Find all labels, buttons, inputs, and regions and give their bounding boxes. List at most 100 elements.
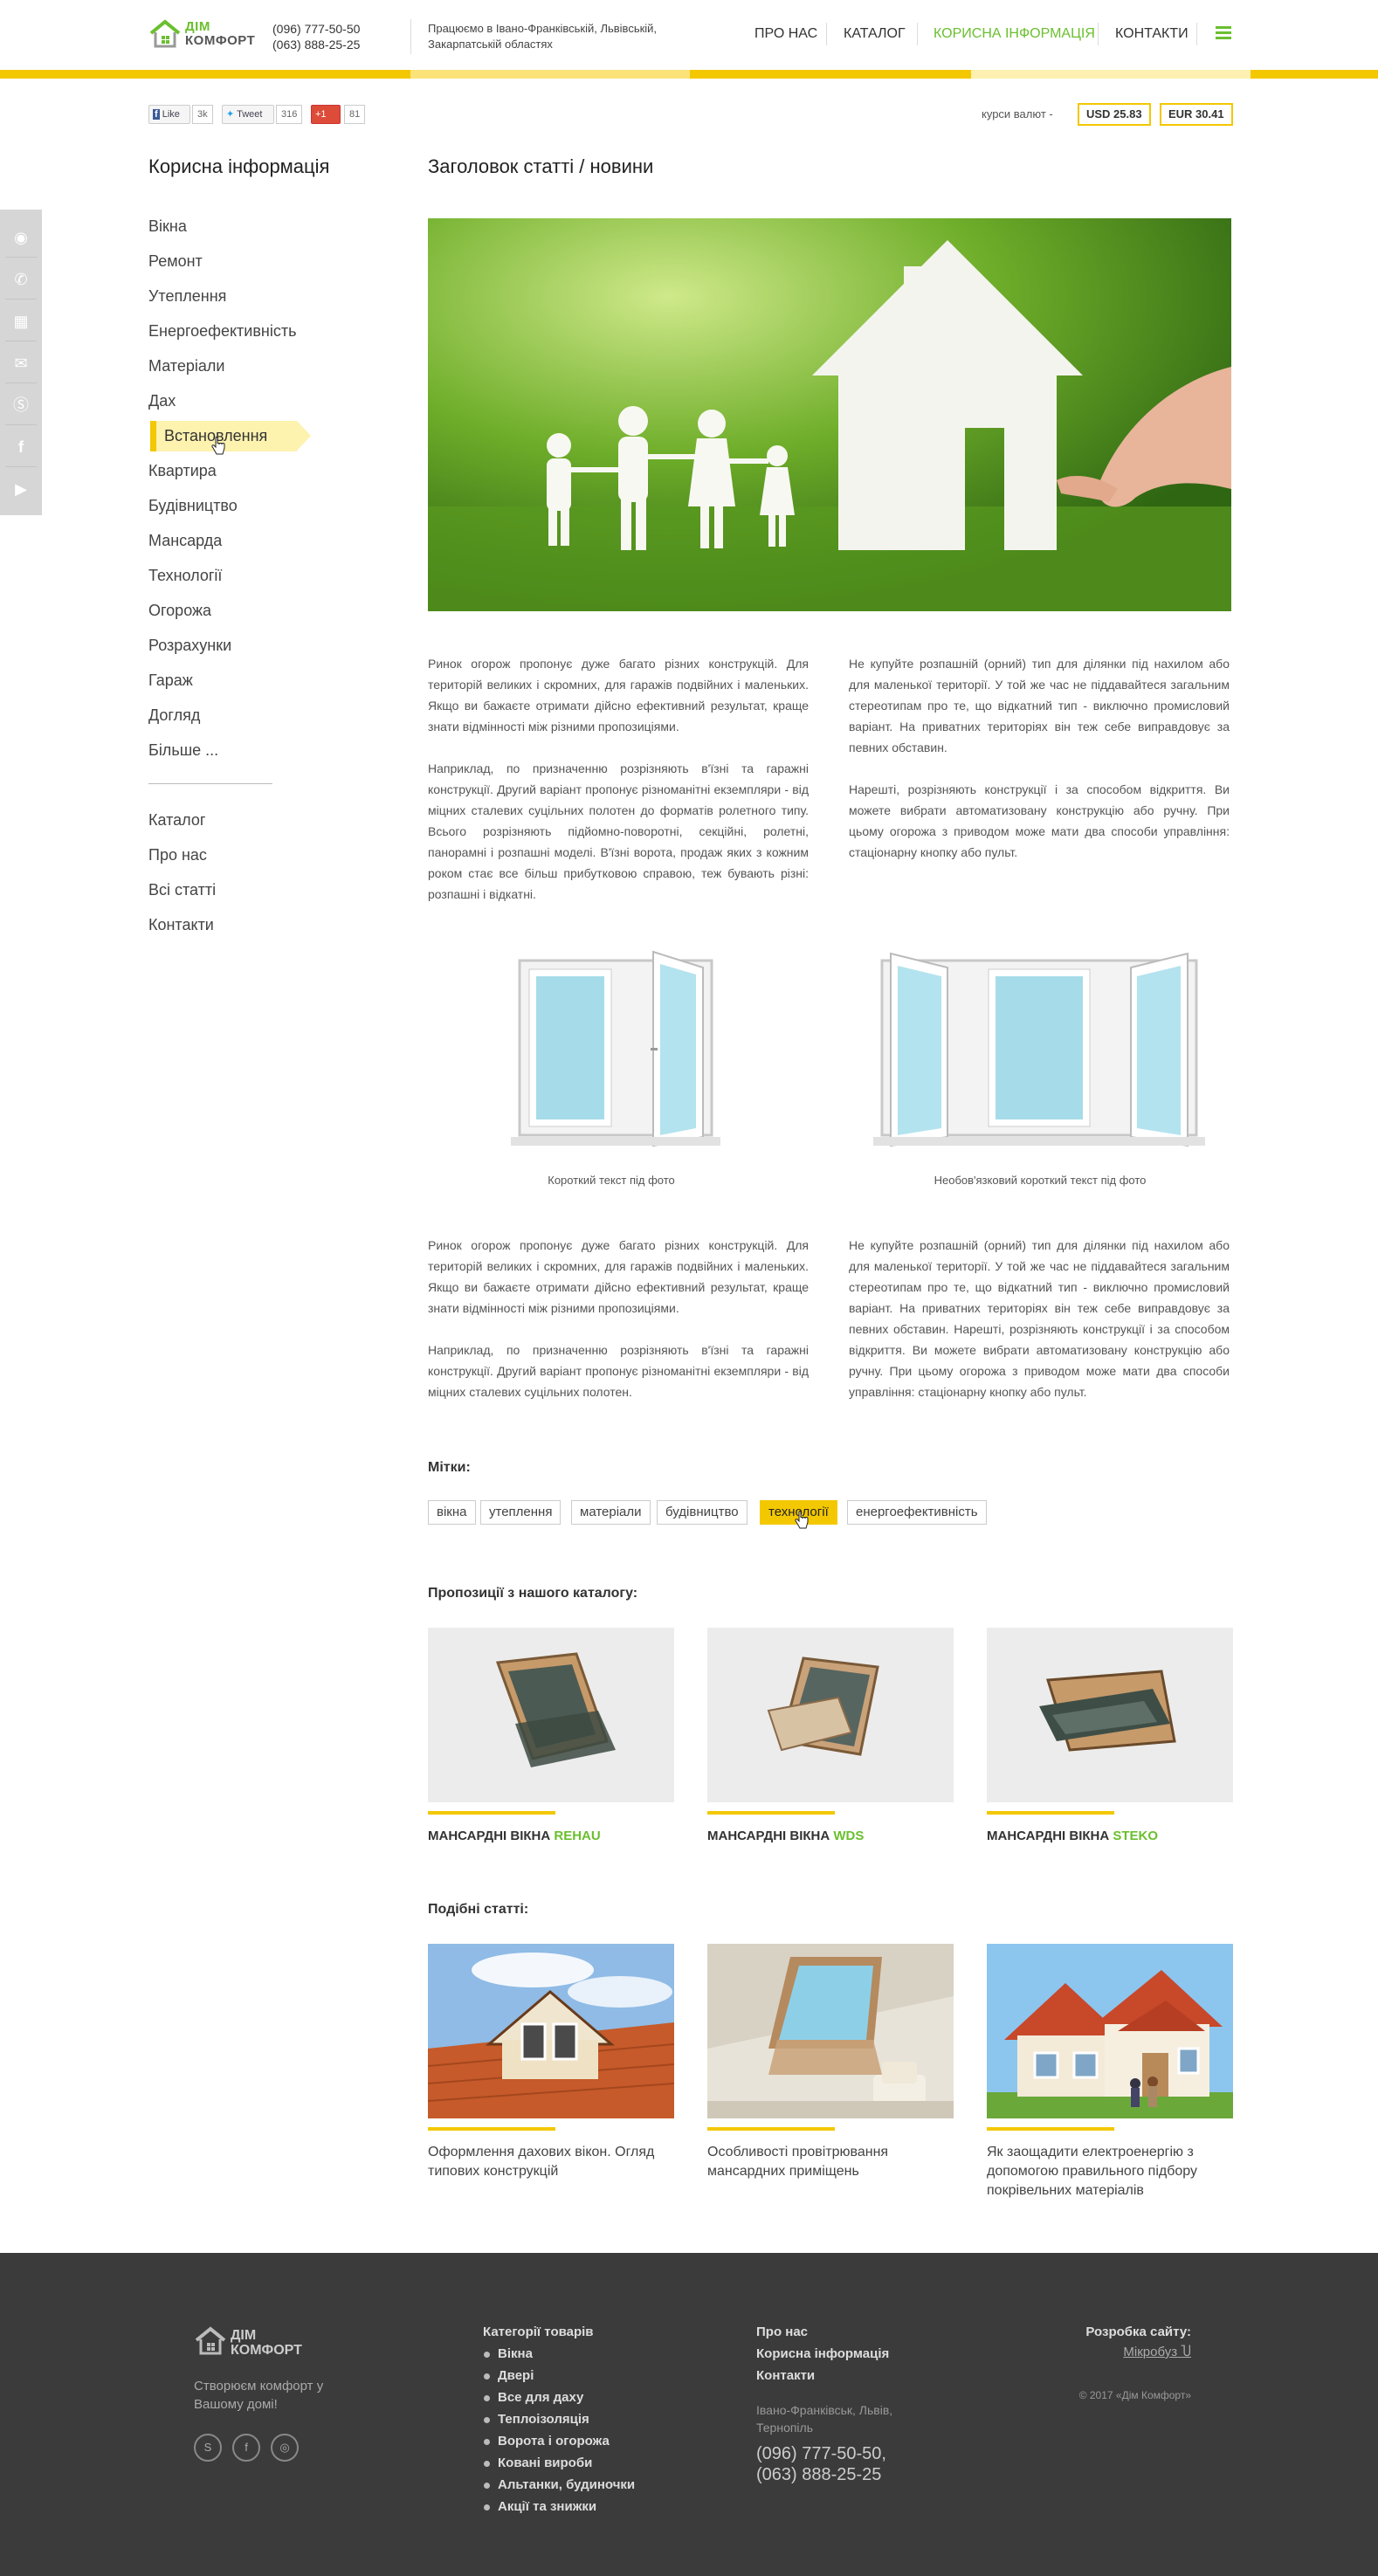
header-divider	[410, 19, 411, 54]
chat-icon[interactable]: ✉	[10, 353, 31, 374]
footer-category-link[interactable]: Теплоізоляція	[484, 2412, 589, 2427]
footer-category-link[interactable]: Все для даху	[483, 2390, 583, 2405]
article-accent	[987, 2127, 1114, 2131]
nav-catalog[interactable]: КАТАЛОГ	[844, 26, 906, 44]
facebook-icon[interactable]: f	[10, 437, 31, 458]
sidebar-item-materials[interactable]: Матеріали	[148, 355, 224, 376]
sidebar-link-about[interactable]: Про нас	[148, 844, 207, 865]
article-image[interactable]	[707, 1944, 954, 2118]
house-logo-icon	[195, 2326, 226, 2355]
hand-cursor-icon	[795, 1511, 809, 1529]
skype-icon[interactable]: S	[194, 2434, 222, 2462]
footer-category-link[interactable]: Двері	[483, 2368, 534, 2383]
developer-logo-icon: Ⴎ	[1181, 2345, 1191, 2359]
tweet-button[interactable]: ✦ Tweet	[222, 105, 274, 124]
article-link[interactable]: Як заощадити електроенергію з допомогою …	[987, 2143, 1223, 2201]
product-image[interactable]	[428, 1628, 674, 1802]
article-image[interactable]	[428, 1944, 674, 2118]
phone-icon[interactable]: ✆	[10, 269, 31, 290]
sidebar-title: Корисна інформація	[148, 155, 330, 177]
camera-icon[interactable]: ◉	[10, 227, 31, 248]
gplus-count: 81	[344, 105, 366, 124]
gplus-button[interactable]: +1	[311, 105, 341, 124]
house-image	[987, 1944, 1233, 2118]
logo-line2: КОМФОРТ	[185, 33, 256, 48]
nav-divider	[826, 23, 827, 45]
footer-phone-2[interactable]: (063) 888-25-25	[756, 2464, 881, 2485]
sidebar-item-windows[interactable]: Вікна	[148, 216, 187, 237]
footer-category-link[interactable]: Акції та знижки	[483, 2499, 596, 2514]
sidebar-item-fence[interactable]: Огорожа	[148, 600, 211, 621]
sidebar-link-contacts[interactable]: Контакти	[148, 914, 214, 935]
sidebar-item-more[interactable]: Більше ...	[148, 740, 218, 761]
gplus-label: +1	[315, 109, 327, 120]
roof-window-icon	[495, 1652, 616, 1767]
facebook-icon[interactable]: f	[232, 2434, 260, 2462]
nav-divider	[917, 23, 918, 45]
footer-categories-title: Категорії товарів	[483, 2325, 594, 2339]
tag-energy[interactable]: енергоефективність	[847, 1500, 987, 1525]
sidebar-item-repair[interactable]: Ремонт	[148, 251, 203, 272]
footer-address: Івано-Франківськ, Львів, Тернопіль	[756, 2403, 893, 2435]
card-accent	[428, 1811, 555, 1815]
footer-category-link[interactable]: Альтанки, будиночки	[483, 2477, 635, 2492]
sidebar-item-insulation[interactable]: Утеплення	[148, 286, 226, 307]
footer-category-link[interactable]: Ворота і огорожа	[484, 2434, 610, 2449]
nav-about[interactable]: ПРО НАС	[754, 26, 817, 44]
sidebar-item-care[interactable]: Догляд	[148, 705, 200, 726]
footer-link-about[interactable]: Про нас	[756, 2325, 808, 2339]
skype-icon[interactable]: Ⓢ	[10, 395, 31, 416]
menu-icon[interactable]	[1216, 26, 1231, 40]
tag-windows[interactable]: вікна	[428, 1500, 476, 1525]
like-label: Like	[162, 109, 180, 120]
facebook-like-button[interactable]: f Like	[148, 105, 190, 124]
footer-phone-1[interactable]: (096) 777-50-50,	[756, 2443, 886, 2464]
developer-link[interactable]: Мікробуз Ⴎ	[1123, 2344, 1191, 2359]
nav-contacts[interactable]: КОНТАКТИ	[1115, 26, 1189, 44]
tags-title: Мітки:	[428, 1460, 471, 1475]
tag-materials[interactable]: матеріали	[571, 1500, 651, 1525]
product-image[interactable]	[987, 1628, 1233, 1802]
article-paragraph: Наприклад, по призначенню розрізняють в'…	[428, 761, 809, 901]
article-accent	[428, 2127, 555, 2131]
footer-logo-line2: КОМФОРТ	[231, 2343, 302, 2358]
footer-logo[interactable]: ДІМ КОМФОРТ	[194, 2325, 302, 2361]
product-brand: REHAU	[554, 1829, 601, 1843]
article-link[interactable]: Особливості провітрювання мансардних при…	[707, 2143, 943, 2181]
sidebar-link-all-articles[interactable]: Всі статті	[148, 879, 216, 900]
sidebar-item-construction[interactable]: Будівництво	[148, 495, 238, 516]
sidebar-item-attic[interactable]: Мансарда	[148, 530, 222, 551]
roof-window-icon	[767, 1656, 879, 1756]
sidebar-item-technology[interactable]: Технології	[148, 565, 222, 586]
footer-category-link[interactable]: Вікна	[484, 2346, 533, 2361]
logo[interactable]: ДІМ КОМФОРТ	[148, 17, 255, 52]
tag-construction[interactable]: будівництво	[657, 1500, 748, 1525]
tag-insulation[interactable]: утеплення	[480, 1500, 562, 1525]
grid-icon[interactable]: ▦	[10, 311, 31, 332]
sidebar-item-roof[interactable]: Дах	[148, 390, 176, 411]
product-link-steko[interactable]: МАНСАРДНІ ВІКНА STEKO	[987, 1829, 1158, 1843]
footer-link-contacts[interactable]: Контакти	[756, 2368, 815, 2383]
double-window-icon	[511, 950, 720, 1147]
article-paragraph: Нарешті, розрізняють конструкції і за сп…	[849, 782, 1230, 859]
product-link-wds[interactable]: МАНСАРДНІ ВІКНА WDS	[707, 1829, 864, 1843]
footer-category-link[interactable]: Ковані вироби	[483, 2455, 592, 2470]
nav-useful-info[interactable]: КОРИСНА ІНФОРМАЦІЯ	[934, 26, 1095, 44]
footer-link-useful-info[interactable]: Корисна інформація	[756, 2346, 889, 2361]
article-link[interactable]: Оформлення дахових вікон. Огляд типових …	[428, 2143, 664, 2181]
product-image[interactable]	[707, 1628, 954, 1802]
card-accent	[707, 1811, 835, 1815]
sidebar-link-catalog[interactable]: Каталог	[148, 809, 205, 830]
youtube-icon[interactable]: ▶	[10, 479, 31, 499]
sidebar-item-garage[interactable]: Гараж	[148, 670, 193, 691]
sidebar-item-apartment[interactable]: Квартира	[148, 460, 217, 481]
article-title: Заголовок статті / новини	[428, 155, 654, 177]
sidebar-item-energy[interactable]: Енергоефективність	[148, 320, 296, 341]
instagram-icon[interactable]: ◎	[271, 2434, 299, 2462]
article-image[interactable]	[987, 1944, 1233, 2118]
house-logo-icon	[149, 19, 181, 48]
phone-2[interactable]: (063) 888-25-25	[272, 37, 360, 52]
phone-1[interactable]: (096) 777-50-50	[272, 21, 360, 37]
product-link-rehau[interactable]: МАНСАРДНІ ВІКНА REHAU	[428, 1829, 601, 1843]
sidebar-item-calculations[interactable]: Розрахунки	[148, 635, 231, 656]
